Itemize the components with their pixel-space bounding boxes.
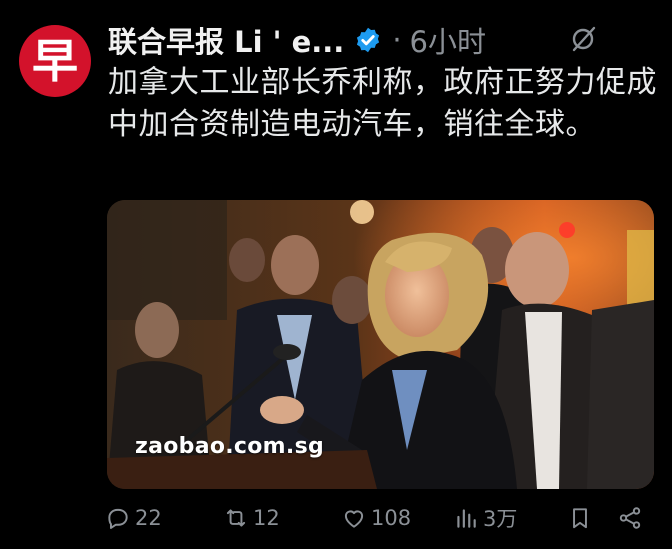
views-button[interactable]: 3万 bbox=[453, 500, 517, 536]
views-chart-icon bbox=[457, 509, 476, 528]
views-count: 3万 bbox=[483, 507, 518, 531]
tweet-card: 早 联合早报 Li ' e... · 6小时 加拿大工业部长乔利称，政府正努力促… bbox=[0, 0, 672, 549]
reply-button[interactable]: 22 bbox=[105, 500, 162, 536]
verified-badge-icon bbox=[354, 26, 382, 54]
display-name[interactable]: 联合早报 Li ' e... bbox=[108, 19, 344, 61]
action-bar: 22 12 108 3万 bbox=[105, 500, 645, 536]
tweet-header: 联合早报 Li ' e... · 6小时 bbox=[108, 18, 668, 62]
share-icon bbox=[619, 507, 641, 529]
bookmark-button[interactable] bbox=[567, 500, 593, 536]
media-watermark: zaobao.com.sg bbox=[135, 434, 325, 459]
retweet-count: 12 bbox=[253, 506, 280, 530]
like-count: 108 bbox=[371, 506, 412, 530]
heart-icon bbox=[344, 510, 364, 528]
timestamp[interactable]: 6小时 bbox=[410, 19, 486, 61]
separator-dot: · bbox=[392, 23, 402, 57]
retweet-icon bbox=[226, 509, 246, 527]
tweet-text: 加拿大工业部长乔利称，政府正努力促成中加合资制造电动汽车，销往全球。 bbox=[108, 65, 657, 142]
tweet-photo[interactable]: zaobao.com.sg bbox=[107, 200, 654, 489]
like-button[interactable]: 108 bbox=[341, 500, 411, 536]
reply-icon bbox=[108, 508, 128, 529]
grok-icon[interactable] bbox=[568, 24, 598, 54]
share-button[interactable] bbox=[617, 500, 643, 536]
avatar-glyph: 早 bbox=[32, 34, 78, 88]
bookmark-icon bbox=[573, 508, 587, 529]
avatar[interactable]: 早 bbox=[19, 25, 91, 97]
reply-count: 22 bbox=[135, 506, 162, 530]
retweet-button[interactable]: 12 bbox=[223, 500, 280, 536]
